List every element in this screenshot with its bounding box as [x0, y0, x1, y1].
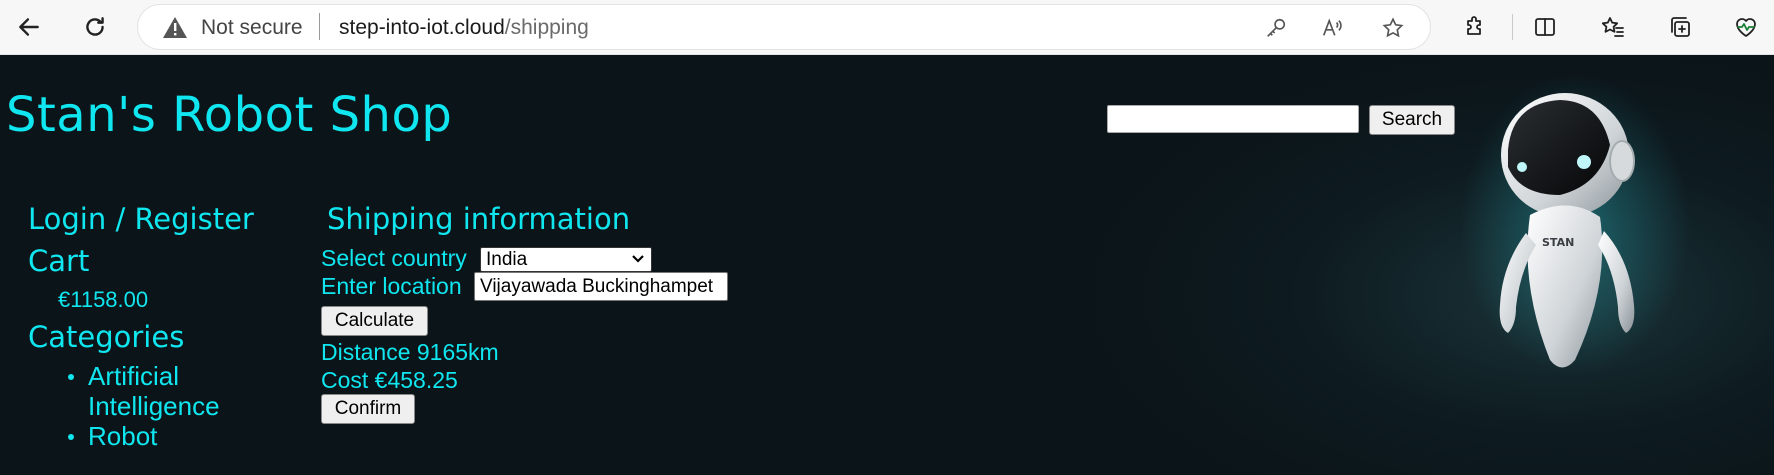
back-arrow-icon	[19, 18, 39, 36]
login-register-link[interactable]: Login / Register	[28, 202, 254, 236]
robot-mascot-image: STAN	[1460, 75, 1690, 375]
heart-pulse-icon	[1736, 18, 1756, 37]
read-aloud-icon	[1322, 18, 1342, 36]
browser-essentials-button[interactable]	[1729, 10, 1763, 44]
calculate-button[interactable]: Calculate	[321, 306, 428, 336]
search-input[interactable]	[1107, 105, 1359, 133]
page-content: Stan's Robot Shop Search Login / Registe…	[0, 55, 1774, 475]
country-label: Select country	[321, 245, 467, 271]
category-item[interactable]: Robot	[58, 421, 308, 451]
browser-toolbar: Not secure step-into-iot.cloud/shipping	[0, 0, 1774, 55]
chevron-down-icon	[632, 255, 644, 263]
password-key-button[interactable]	[1261, 13, 1291, 43]
split-screen-button[interactable]	[1528, 10, 1562, 44]
divider	[319, 13, 320, 40]
read-aloud-button[interactable]	[1317, 13, 1347, 43]
favorites-list-icon	[1601, 17, 1624, 37]
extensions-button[interactable]	[1458, 10, 1492, 44]
url-text[interactable]: step-into-iot.cloud/shipping	[339, 16, 589, 40]
country-selected-value: India	[486, 249, 528, 270]
warning-icon[interactable]	[162, 16, 188, 39]
mascot-label: STAN	[1542, 236, 1574, 249]
location-input[interactable]: Vijayawada Buckinghampet	[474, 272, 728, 301]
security-label[interactable]: Not secure	[201, 16, 303, 40]
cart-total: €1158.00	[58, 287, 149, 312]
puzzle-icon	[1467, 16, 1481, 35]
address-bar[interactable]: Not secure step-into-iot.cloud/shipping	[138, 5, 1430, 49]
url-host: step-into-iot.cloud	[339, 16, 505, 39]
toolbar-divider	[1512, 14, 1513, 40]
favorites-button[interactable]	[1596, 10, 1630, 44]
category-item[interactable]: Artificial Intelligence	[58, 361, 308, 421]
search-button[interactable]: Search	[1369, 105, 1455, 135]
distance-text: Distance 9165km	[321, 339, 499, 365]
reload-icon	[86, 17, 104, 36]
cart-link[interactable]: Cart	[28, 244, 89, 278]
split-screen-icon	[1535, 18, 1555, 36]
favorite-button[interactable]	[1378, 13, 1408, 43]
site-title: Stan's Robot Shop	[6, 87, 453, 143]
key-icon	[1267, 18, 1286, 37]
categories-heading: Categories	[28, 320, 185, 354]
reload-button[interactable]	[77, 9, 113, 45]
shipping-heading: Shipping information	[327, 202, 631, 236]
url-path: /shipping	[504, 16, 589, 39]
cost-text: Cost €458.25	[321, 367, 458, 393]
category-list: Artificial Intelligence Robot	[58, 361, 308, 451]
country-select[interactable]: India	[480, 247, 652, 272]
confirm-button[interactable]: Confirm	[321, 394, 415, 424]
collections-button[interactable]	[1663, 10, 1697, 44]
collections-icon	[1671, 17, 1690, 37]
back-button[interactable]	[11, 9, 47, 45]
star-icon	[1382, 17, 1404, 38]
location-label: Enter location	[321, 273, 462, 299]
